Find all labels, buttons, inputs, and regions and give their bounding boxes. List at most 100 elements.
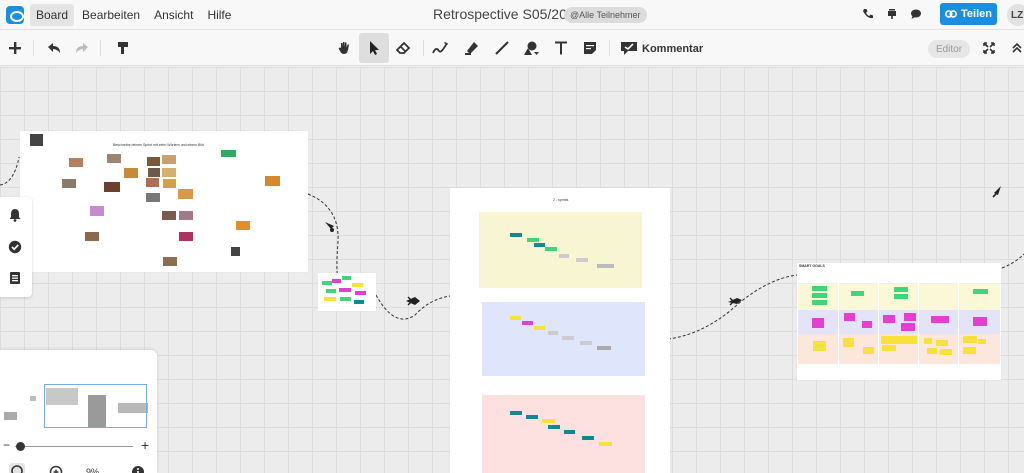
sticky-note[interactable] — [812, 300, 827, 305]
redo-icon[interactable] — [73, 39, 91, 57]
sticky-note[interactable] — [599, 442, 612, 446]
menu-ansicht[interactable]: Ansicht — [148, 4, 199, 26]
sticky-note[interactable] — [562, 336, 574, 340]
sticky-note[interactable] — [332, 279, 341, 283]
sticky-note[interactable] — [580, 341, 592, 345]
sticky-note[interactable] — [564, 430, 575, 434]
sticky-note-tool-icon[interactable] — [581, 39, 599, 57]
sticky-note[interactable] — [510, 411, 522, 415]
add-icon[interactable] — [6, 39, 24, 57]
app-logo-icon[interactable] — [6, 6, 24, 24]
board-title[interactable]: Retrospective S05/20 — [433, 6, 567, 22]
sticky-note[interactable] — [534, 243, 545, 247]
comment-button-label[interactable]: Kommentar — [642, 43, 703, 55]
phone-icon[interactable] — [862, 8, 874, 20]
sticky-note[interactable] — [542, 419, 555, 423]
sticky-note[interactable] — [963, 347, 976, 354]
sticky-note[interactable] — [973, 317, 987, 326]
fit-view-icon[interactable] — [9, 463, 25, 473]
sticky-note[interactable] — [322, 281, 332, 285]
sticky-note[interactable] — [545, 247, 557, 251]
sticky-note[interactable] — [862, 321, 872, 328]
eraser-tool-icon[interactable] — [394, 39, 412, 57]
presentation-icon[interactable] — [886, 8, 898, 20]
sticky-note[interactable] — [522, 321, 533, 325]
share-button[interactable]: Teilen — [940, 3, 997, 25]
sticky-note[interactable] — [894, 287, 908, 292]
menu-bearbeiten[interactable]: Bearbeiten — [76, 4, 146, 26]
editor-role-badge[interactable]: Editor — [928, 40, 970, 58]
sticky-note[interactable] — [534, 326, 545, 330]
sticky-note[interactable] — [342, 276, 351, 280]
sticky-note[interactable] — [527, 238, 539, 242]
zoom-icon[interactable] — [49, 465, 63, 473]
sticky-note[interactable] — [559, 254, 569, 258]
minimap-panel[interactable]: − + 9% — [0, 350, 157, 473]
zoom-in-button[interactable]: + — [141, 437, 149, 453]
collage-frame[interactable]: Beschreibe deinen Sprint mit zehn Wörter… — [20, 131, 308, 272]
sticky-note[interactable] — [843, 338, 854, 347]
hand-tool-icon[interactable] — [336, 39, 354, 57]
minimap-viewport[interactable] — [44, 384, 147, 428]
sticky-note[interactable] — [973, 289, 988, 294]
format-painter-icon[interactable] — [114, 39, 132, 57]
sticky-note[interactable] — [582, 436, 594, 440]
undo-icon[interactable] — [45, 39, 63, 57]
sticky-note[interactable] — [597, 264, 614, 268]
comment-icon[interactable] — [620, 39, 638, 57]
pen-tool-icon[interactable] — [432, 39, 450, 57]
participants-badge[interactable]: @Alle Teilnehmer — [564, 7, 647, 23]
sticky-note[interactable] — [940, 349, 952, 355]
sticky-note[interactable] — [882, 345, 896, 351]
sticky-note[interactable] — [851, 291, 864, 296]
sticky-note[interactable] — [339, 288, 351, 292]
sticky-note[interactable] — [927, 348, 937, 354]
sticky-note[interactable] — [812, 286, 827, 291]
zoom-slider-track[interactable] — [15, 446, 133, 447]
sticky-note[interactable] — [813, 341, 826, 351]
sticky-note[interactable] — [510, 316, 521, 320]
sticky-note[interactable] — [597, 346, 611, 350]
select-tool-icon[interactable] — [365, 39, 383, 57]
sticky-note[interactable] — [526, 415, 538, 419]
sticky-note[interactable] — [812, 293, 827, 298]
sticky-note[interactable] — [881, 336, 917, 344]
text-tool-icon[interactable] — [552, 39, 570, 57]
chat-icon[interactable] — [910, 8, 922, 20]
menu-hilfe[interactable]: Hilfe — [201, 4, 237, 26]
sticky-note[interactable] — [812, 318, 824, 328]
sticky-note[interactable] — [883, 315, 895, 323]
sticky-note[interactable] — [924, 338, 932, 344]
info-icon[interactable] — [131, 465, 145, 473]
sticky-note[interactable] — [576, 258, 588, 262]
sticky-note[interactable] — [324, 297, 336, 301]
sticky-note[interactable] — [863, 347, 874, 354]
check-circle-icon[interactable] — [8, 240, 22, 254]
highlighter-tool-icon[interactable] — [463, 39, 481, 57]
sticky-note[interactable] — [326, 289, 336, 293]
sticky-note[interactable] — [904, 313, 916, 321]
smart-goals-frame[interactable]: SMART GOALS — [797, 263, 1001, 380]
fullscreen-icon[interactable] — [980, 39, 998, 57]
sticky-note[interactable] — [901, 323, 915, 331]
shapes-tool-icon[interactable] — [522, 39, 540, 57]
sticky-note[interactable] — [931, 316, 949, 323]
sprint-section-blue[interactable] — [482, 302, 645, 376]
sticky-note[interactable] — [844, 313, 855, 321]
zoom-out-button[interactable]: − — [3, 438, 10, 452]
sticky-note[interactable] — [548, 331, 558, 335]
list-icon[interactable] — [8, 271, 22, 285]
sticky-note[interactable] — [352, 283, 363, 287]
sticky-note[interactable] — [510, 233, 522, 237]
line-tool-icon[interactable] — [493, 39, 511, 57]
sticky-cluster-frame[interactable] — [318, 273, 376, 311]
sticky-note[interactable] — [963, 336, 977, 343]
bell-icon[interactable] — [8, 208, 22, 222]
zoom-slider-handle[interactable] — [16, 442, 25, 451]
sticky-note[interactable] — [978, 339, 986, 344]
sticky-note[interactable] — [340, 297, 351, 301]
sticky-note[interactable] — [354, 300, 364, 304]
sprint-section-red[interactable] — [482, 395, 645, 473]
sticky-note[interactable] — [355, 291, 366, 295]
sticky-note[interactable] — [548, 425, 560, 429]
